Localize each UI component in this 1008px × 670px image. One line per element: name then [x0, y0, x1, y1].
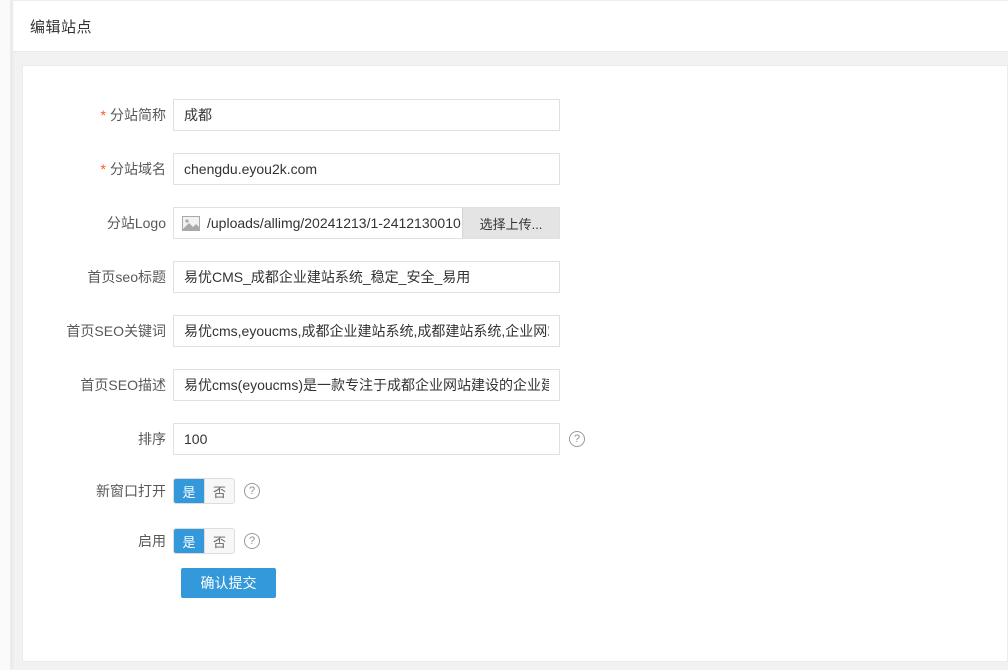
confirm-submit-button[interactable]: 确认提交	[181, 568, 276, 598]
site-domain-label: *分站域名	[31, 159, 166, 179]
sort-input[interactable]	[173, 423, 560, 455]
form-row-enabled: 启用 是 否 ?	[31, 528, 1007, 554]
site-logo-label: 分站Logo	[31, 213, 166, 233]
form-row-open-new-window: 新窗口打开 是 否 ?	[31, 478, 1007, 504]
seo-keywords-label: 首页SEO关键词	[31, 321, 166, 341]
edit-site-form-card: *分站简称 *分站域名 分站Logo /uploads/allimg/20241…	[22, 65, 1008, 662]
form-row-site-name: *分站简称	[31, 99, 1007, 131]
enabled-toggle: 是 否	[173, 528, 235, 554]
site-domain-input[interactable]	[173, 153, 560, 185]
seo-keywords-input[interactable]	[173, 315, 560, 347]
site-logo-input[interactable]: /uploads/allimg/20241213/1-2412130010 选择…	[173, 207, 560, 239]
form-row-site-domain: *分站域名	[31, 153, 1007, 185]
sort-label: 排序	[31, 429, 166, 449]
enabled-label: 启用	[31, 531, 166, 551]
seo-description-input[interactable]	[173, 369, 560, 401]
site-name-input[interactable]	[173, 99, 560, 131]
page-title: 编辑站点	[30, 16, 92, 37]
required-mark: *	[101, 107, 106, 123]
toggle-yes-button[interactable]: 是	[174, 529, 204, 553]
form-row-submit: 确认提交	[31, 568, 1007, 598]
seo-title-input[interactable]	[173, 261, 560, 293]
form-row-seo-keywords: 首页SEO关键词	[31, 315, 1007, 347]
header-bar: 编辑站点	[13, 0, 1008, 52]
toggle-yes-button[interactable]: 是	[174, 479, 204, 503]
help-icon[interactable]: ?	[244, 533, 260, 549]
toggle-no-button[interactable]: 否	[204, 529, 234, 553]
image-icon	[182, 216, 200, 231]
form-row-seo-title: 首页seo标题	[31, 261, 1007, 293]
required-mark: *	[101, 161, 106, 177]
site-name-label: *分站简称	[31, 105, 166, 125]
seo-description-label: 首页SEO描述	[31, 375, 166, 395]
open-new-window-label: 新窗口打开	[31, 481, 166, 501]
form-row-seo-description: 首页SEO描述	[31, 369, 1007, 401]
help-icon[interactable]: ?	[244, 483, 260, 499]
choose-upload-button[interactable]: 选择上传...	[462, 207, 560, 239]
help-icon[interactable]: ?	[569, 431, 585, 447]
form-row-site-logo: 分站Logo /uploads/allimg/20241213/1-241213…	[31, 207, 1007, 239]
toggle-no-button[interactable]: 否	[204, 479, 234, 503]
seo-title-label: 首页seo标题	[31, 267, 166, 287]
page: 编辑站点 *分站简称 *分站域名 分站Logo	[0, 0, 1008, 670]
open-new-window-toggle: 是 否	[173, 478, 235, 504]
form-row-sort: 排序 ?	[31, 423, 1007, 455]
sidebar-edge	[0, 0, 11, 670]
